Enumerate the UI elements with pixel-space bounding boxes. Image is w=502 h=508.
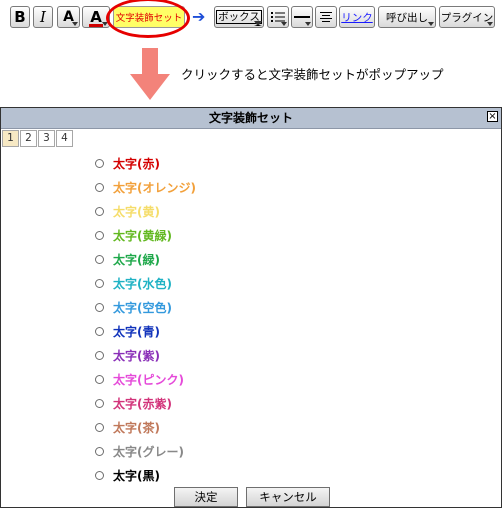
- option-item[interactable]: 太字(黄): [95, 199, 196, 223]
- decoration-options: 太字(赤) 太字(オレンジ) 太字(黄) 太字(黄緑) 太字(緑) 太字(水色) 太字(空色…: [95, 151, 196, 487]
- horizontal-rule-button[interactable]: [291, 6, 313, 28]
- option-label: 太字(茶): [113, 420, 160, 435]
- option-item[interactable]: 太字(黄緑): [95, 223, 196, 247]
- tab-2[interactable]: 2: [20, 130, 37, 147]
- radio-button[interactable]: [95, 350, 104, 360]
- link-button[interactable]: リンク: [339, 6, 375, 28]
- option-label: 太字(空色): [113, 300, 172, 315]
- option-label: 太字(黒): [113, 468, 160, 483]
- option-label: 太字(オレンジ): [113, 180, 196, 195]
- radio-button[interactable]: [95, 230, 104, 240]
- dropdown-arrow-icon: [428, 22, 434, 26]
- page-tabs: 1 2 3 4: [2, 130, 74, 148]
- tab-3[interactable]: 3: [38, 130, 55, 147]
- bold-button[interactable]: B: [10, 6, 30, 28]
- option-label: 太字(グレー): [113, 444, 184, 459]
- ok-button[interactable]: 決定: [174, 487, 238, 507]
- dropdown-arrow-icon: [487, 22, 493, 26]
- radio-button[interactable]: [95, 374, 104, 384]
- down-arrow-icon: [130, 48, 170, 100]
- dropdown-arrow-icon: [72, 22, 78, 26]
- option-label: 太字(赤): [113, 156, 160, 171]
- option-label: 太字(青): [113, 324, 160, 339]
- option-item[interactable]: 太字(赤): [95, 151, 196, 175]
- dropdown-arrow-icon: [305, 22, 311, 26]
- option-label: 太字(黄緑): [113, 228, 172, 243]
- italic-button[interactable]: I: [33, 6, 53, 28]
- tab-4[interactable]: 4: [56, 130, 73, 147]
- option-item[interactable]: 太字(グレー): [95, 439, 196, 463]
- radio-button[interactable]: [95, 470, 104, 480]
- option-item[interactable]: 太字(茶): [95, 415, 196, 439]
- option-label: 太字(紫): [113, 348, 160, 363]
- option-item[interactable]: 太字(水色): [95, 271, 196, 295]
- option-label: 太字(黄): [113, 204, 160, 219]
- dropdown-arrow-icon: [254, 21, 262, 26]
- option-item[interactable]: 太字(紫): [95, 343, 196, 367]
- plugin-label: プラグイン: [440, 11, 494, 24]
- dialog-buttons: 決定 キャンセル: [174, 487, 330, 507]
- option-label: 太字(水色): [113, 276, 172, 291]
- font-color-button[interactable]: A: [82, 6, 110, 28]
- option-item[interactable]: 太字(ピンク): [95, 367, 196, 391]
- radio-button[interactable]: [95, 398, 104, 408]
- radio-button[interactable]: [95, 446, 104, 456]
- dialog-titlebar: 文字装飾セット: [1, 108, 501, 129]
- arrow-right-icon: ➔: [192, 7, 206, 26]
- editor-toolbar: B I A A 文字装飾セット ➔ ボックス リンク 呼び出し プラグイン: [0, 0, 502, 38]
- option-item[interactable]: 太字(空色): [95, 295, 196, 319]
- option-label: 太字(緑): [113, 252, 160, 267]
- color-bar: [89, 23, 103, 27]
- dropdown-arrow-icon: [102, 22, 108, 26]
- close-icon[interactable]: ×: [487, 111, 498, 122]
- option-item[interactable]: 太字(オレンジ): [95, 175, 196, 199]
- box-button[interactable]: ボックス: [214, 6, 264, 28]
- radio-button[interactable]: [95, 182, 104, 192]
- option-item[interactable]: 太字(青): [95, 319, 196, 343]
- radio-button[interactable]: [95, 278, 104, 288]
- plugin-button[interactable]: プラグイン: [439, 6, 495, 28]
- option-item[interactable]: 太字(黒): [95, 463, 196, 487]
- radio-button[interactable]: [95, 326, 104, 336]
- align-center-button[interactable]: [315, 6, 337, 28]
- option-item[interactable]: 太字(緑): [95, 247, 196, 271]
- text-decoration-set-button[interactable]: 文字装飾セット: [113, 6, 185, 28]
- radio-button[interactable]: [95, 254, 104, 264]
- radio-button[interactable]: [95, 206, 104, 216]
- option-item[interactable]: 太字(赤紫): [95, 391, 196, 415]
- radio-button[interactable]: [95, 158, 104, 168]
- font-size-button[interactable]: A: [57, 6, 80, 28]
- cancel-button[interactable]: キャンセル: [246, 487, 330, 507]
- list-button[interactable]: [267, 6, 289, 28]
- option-label: 太字(ピンク): [113, 372, 184, 387]
- call-label: 呼び出し: [386, 11, 428, 24]
- instruction-caption: クリックすると文字装飾セットがポップアップ: [181, 67, 444, 82]
- tab-1[interactable]: 1: [2, 130, 19, 147]
- call-button[interactable]: 呼び出し: [378, 6, 436, 28]
- horizontal-rule-icon: [294, 16, 310, 18]
- radio-button[interactable]: [95, 302, 104, 312]
- dialog-title: 文字装飾セット: [208, 111, 293, 125]
- option-label: 太字(赤紫): [113, 396, 172, 411]
- dropdown-arrow-icon: [281, 22, 287, 26]
- text-decoration-dialog: 文字装飾セット × 1 2 3 4 太字(赤) 太字(オレンジ) 太字(黄) 太字(黄…: [0, 107, 502, 508]
- align-center-icon: [320, 12, 332, 22]
- radio-button[interactable]: [95, 422, 104, 432]
